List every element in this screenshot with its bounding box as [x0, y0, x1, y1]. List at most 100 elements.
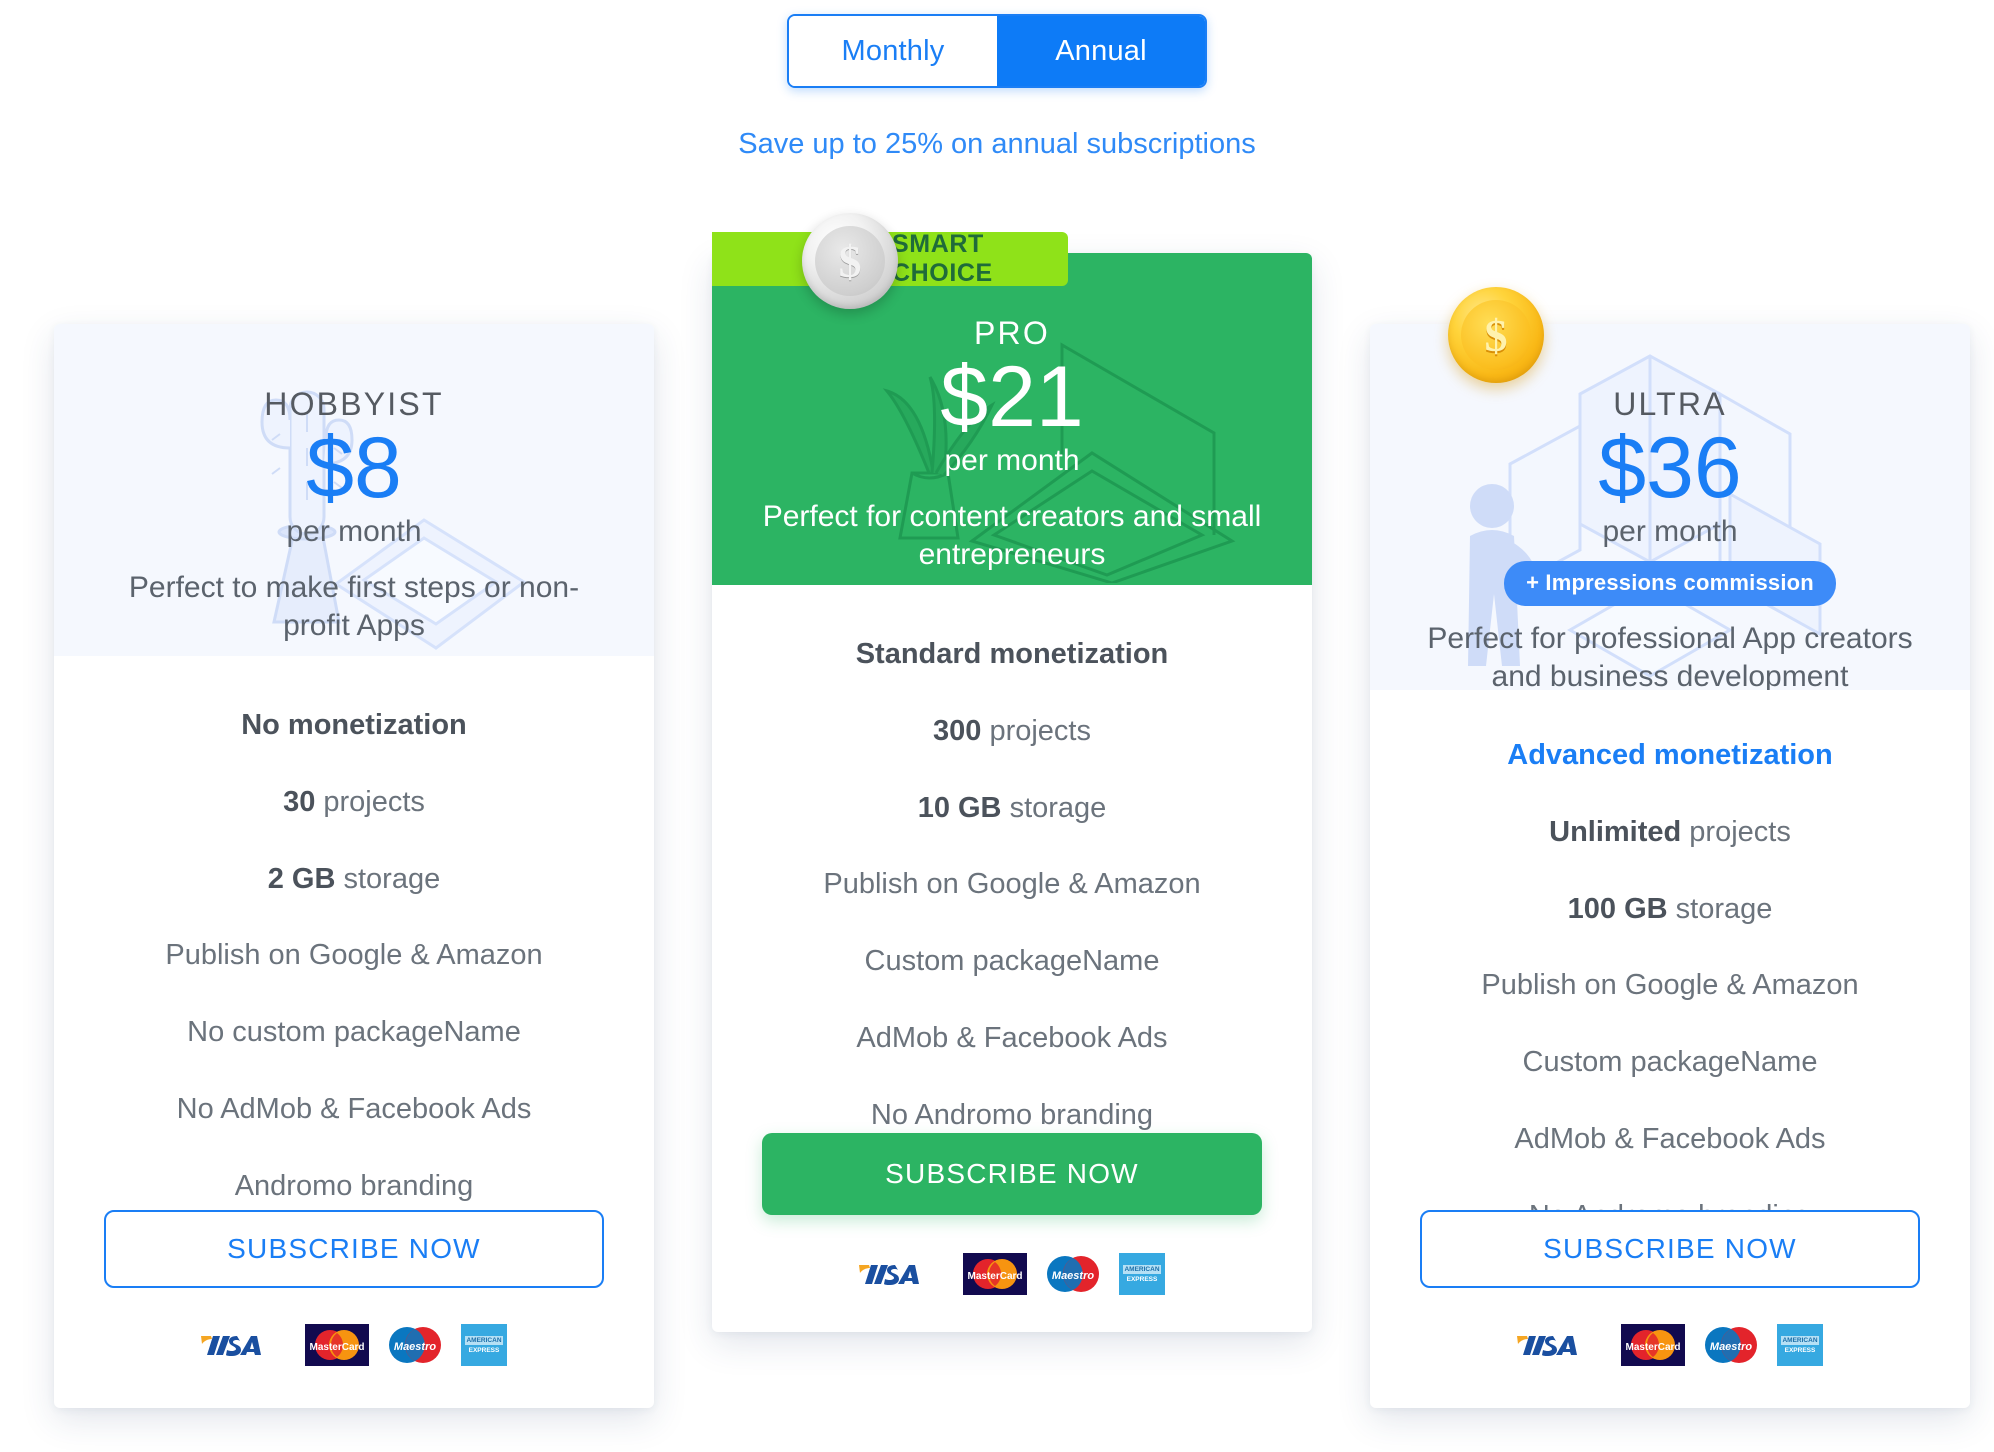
feature-item: No AdMob & Facebook Ads [88, 1092, 620, 1127]
subscribe-button-ultra[interactable]: SUBSCRIBE NOW [1420, 1210, 1920, 1288]
feature-item: 30 projects [88, 785, 620, 820]
plan-header-pro: PRO $21 per month Perfect for content cr… [712, 253, 1312, 585]
svg-text:AMERICAN: AMERICAN [1124, 1266, 1159, 1273]
feature-bold: 100 GB [1567, 892, 1668, 925]
impressions-commission-badge: + Impressions commission [1504, 560, 1836, 606]
maestro-icon: Maestro [1705, 1327, 1757, 1363]
svg-text:AMERICAN: AMERICAN [1782, 1337, 1817, 1344]
feature-item: Standard monetization [746, 637, 1278, 672]
feature-rest: Publish on Google & Amazon [823, 868, 1201, 901]
feature-item: AdMob & Facebook Ads [1404, 1122, 1936, 1157]
feature-item: 300 projects [746, 714, 1278, 749]
feature-item: Publish on Google & Amazon [1404, 968, 1936, 1003]
visa-icon [201, 1336, 261, 1356]
feature-item: Custom packageName [746, 944, 1278, 979]
feature-item: 100 GB storage [1404, 892, 1936, 927]
svg-text:MasterCard: MasterCard [1625, 1342, 1680, 1353]
maestro-icon: Maestro [389, 1327, 441, 1363]
feature-rest: storage [1001, 791, 1107, 824]
plan-name-hobbyist: HOBBYIST [264, 386, 444, 422]
subscribe-button-pro[interactable]: SUBSCRIBE NOW [762, 1133, 1262, 1215]
pricing-page: Monthly Annual Save up to 25% on annual … [0, 0, 1994, 1452]
plan-price-hobbyist: $8 [306, 420, 402, 516]
silver-coin-dollar-glyph: $ [815, 226, 885, 296]
svg-text:MasterCard: MasterCard [967, 1271, 1022, 1282]
payment-icons-ultra: MasterCard Maestro AMERICAN EXPRESS [1370, 1324, 1970, 1366]
pricing-cards: HOBBYIST $8 per month Perfect to make fi… [0, 0, 1994, 1452]
plan-card-pro: PRO $21 per month Perfect for content cr… [712, 253, 1312, 1332]
feature-rest: Publish on Google & Amazon [1481, 969, 1859, 1002]
feature-rest: AdMob & Facebook Ads [856, 1021, 1168, 1054]
amex-icon: AMERICAN EXPRESS [461, 1324, 507, 1366]
mastercard-icon: MasterCard [1621, 1324, 1685, 1366]
feature-item: Publish on Google & Amazon [746, 867, 1278, 902]
svg-text:EXPRESS: EXPRESS [1785, 1347, 1816, 1354]
feature-item: 2 GB storage [88, 862, 620, 897]
feature-rest: storage [1667, 892, 1773, 925]
svg-text:Maestro: Maestro [1052, 1270, 1094, 1282]
gold-coin-dollar-glyph: $ [1461, 300, 1531, 370]
feature-list-pro: Standard monetization 300 projects 10 GB… [712, 585, 1312, 1133]
feature-bold: Advanced monetization [1507, 739, 1833, 771]
feature-bold: Standard monetization [855, 638, 1169, 670]
plan-header-hobbyist: HOBBYIST $8 per month Perfect to make fi… [54, 324, 654, 656]
plan-tagline-ultra: Perfect for professional App creators an… [1427, 621, 1913, 690]
feature-bold: 30 [283, 785, 316, 818]
plan-card-ultra: ULTRA $36 per month + Impressions commis… [1370, 324, 1970, 1408]
svg-text:EXPRESS: EXPRESS [1127, 1276, 1158, 1283]
feature-rest: No custom packageName [187, 1016, 521, 1049]
feature-bold: 2 GB [267, 862, 336, 895]
silver-coin-icon: $ [802, 213, 898, 309]
feature-rest: projects [1681, 815, 1791, 848]
feature-rest: AdMob & Facebook Ads [1514, 1122, 1826, 1155]
feature-bold: No monetization [241, 709, 467, 741]
feature-rest: Custom packageName [864, 945, 1160, 978]
maestro-icon: Maestro [1047, 1256, 1099, 1292]
svg-text:EXPRESS: EXPRESS [469, 1347, 500, 1354]
payment-icons-pro: MasterCard Maestro AMERICAN EXPRESS [712, 1253, 1312, 1295]
payment-icons-hobbyist: MasterCard Maestro AMERICAN EXPRESS [54, 1324, 654, 1366]
feature-rest: storage [335, 862, 441, 895]
plan-price-pro: $21 [940, 349, 1084, 445]
feature-bold: 10 GB [917, 791, 1002, 824]
gold-coin-icon: $ [1448, 287, 1544, 383]
feature-item: AdMob & Facebook Ads [746, 1021, 1278, 1056]
feature-rest: No AdMob & Facebook Ads [176, 1092, 532, 1125]
plan-card-hobbyist: HOBBYIST $8 per month Perfect to make fi… [54, 324, 654, 1408]
feature-rest: projects [981, 714, 1091, 747]
feature-rest: Custom packageName [1522, 1046, 1818, 1079]
plan-period-ultra: per month [1602, 514, 1738, 548]
feature-item: No monetization [88, 708, 620, 743]
plan-tagline-pro: Perfect for content creators and small e… [762, 499, 1262, 572]
feature-item: Advanced monetization [1404, 738, 1936, 773]
plan-tagline-hobbyist: Perfect to make first steps or non-profi… [128, 570, 580, 643]
plan-period-hobbyist: per month [286, 514, 422, 548]
mastercard-icon: MasterCard [963, 1253, 1027, 1295]
svg-text:MasterCard: MasterCard [309, 1342, 364, 1353]
feature-item: No custom packageName [88, 1015, 620, 1050]
subscribe-button-hobbyist[interactable]: SUBSCRIBE NOW [104, 1210, 604, 1288]
feature-item: 10 GB storage [746, 791, 1278, 826]
svg-text:Maestro: Maestro [394, 1341, 436, 1353]
feature-item: Unlimited projects [1404, 815, 1936, 850]
amex-icon: AMERICAN EXPRESS [1777, 1324, 1823, 1366]
feature-list-ultra: Advanced monetization Unlimited projects… [1370, 690, 1970, 1234]
plan-price-ultra: $36 [1598, 420, 1742, 516]
svg-text:AMERICAN: AMERICAN [466, 1337, 501, 1344]
feature-item: No Andromo branding [746, 1098, 1278, 1133]
amex-icon: AMERICAN EXPRESS [1119, 1253, 1165, 1295]
feature-bold: 300 [933, 714, 982, 747]
feature-rest: No Andromo branding [870, 1098, 1154, 1131]
visa-icon [859, 1265, 919, 1285]
feature-item: Andromo branding [88, 1169, 620, 1204]
feature-rest: Publish on Google & Amazon [165, 939, 543, 972]
plan-header-ultra: ULTRA $36 per month + Impressions commis… [1370, 324, 1970, 690]
feature-item: Custom packageName [1404, 1045, 1936, 1080]
feature-rest: Andromo branding [234, 1169, 474, 1202]
visa-icon [1517, 1336, 1577, 1356]
feature-rest: projects [315, 785, 425, 818]
feature-list-hobbyist: No monetization 30 projects 2 GB storage… [54, 656, 654, 1204]
plan-period-pro: per month [944, 443, 1080, 477]
feature-item: Publish on Google & Amazon [88, 938, 620, 973]
svg-text:Maestro: Maestro [1710, 1341, 1752, 1353]
